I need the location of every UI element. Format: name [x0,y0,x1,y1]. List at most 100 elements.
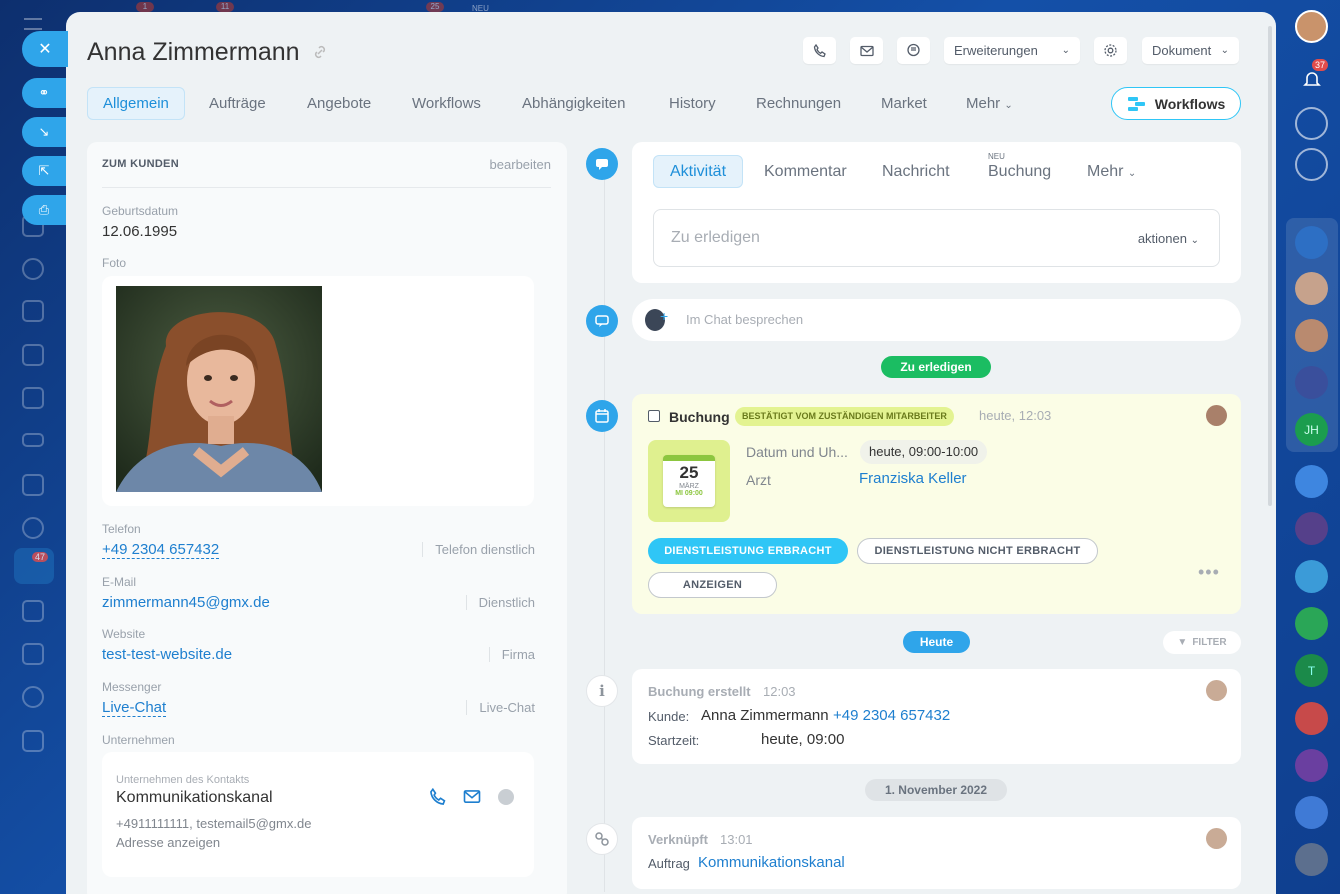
workflows-button[interactable]: Workflows [1111,87,1241,120]
sidebar-board-icon[interactable] [22,387,44,409]
chat-bar[interactable]: + Im Chat besprechen [632,299,1241,341]
tab-history[interactable]: History [654,87,731,120]
sidebar-mail-icon[interactable] [22,474,44,496]
company-box: Unternehmen des Kontakts Kommunikationsk… [102,752,534,877]
chat-avatar-initials[interactable]: JH [1295,413,1328,446]
sidebar-card-icon[interactable] [22,433,44,447]
chat-avatar-initials[interactable]: T [1295,654,1328,687]
date-pill: 1. November 2022 [865,779,1007,801]
booking-created-entry: Buchung erstellt 12:03 Kunde: Anna Zimme… [632,669,1241,764]
sidebar-cart-icon[interactable] [22,730,44,752]
subtab-comment[interactable]: Kommentar [748,155,863,188]
doctor-link[interactable]: Franziska Keller [859,470,967,487]
top-badge: 25 [426,2,444,12]
open-new-window-button[interactable]: ⇱ [22,156,66,186]
company-phone-icon[interactable] [429,787,447,811]
sidebar-list-icon[interactable] [22,600,44,622]
entry-time: 12:03 [763,684,796,699]
sidebar-box-icon[interactable] [22,643,44,665]
section-title: ZUM KUNDEN [102,158,179,170]
tab-auftraege[interactable]: Aufträge [194,87,281,120]
customer-phone-link[interactable]: +49 2304 657432 [833,707,950,724]
linked-order-link[interactable]: Kommunikationskanal [698,854,845,871]
company-chat-icon[interactable] [498,789,514,805]
service-done-button[interactable]: DIENSTLEISTUNG ERBRACHT [648,538,848,564]
print-button[interactable]: ⎙ [22,195,66,225]
chat-avatar[interactable] [1295,512,1328,545]
close-button[interactable]: ✕ [22,31,68,67]
extensions-label: Erweiterungen [954,43,1038,58]
chat-avatar[interactable] [1295,702,1328,735]
sidebar-badge: 47 [32,552,49,562]
company-mail-icon[interactable] [462,789,482,809]
subtab-message[interactable]: Nachricht [866,155,966,188]
notifications-button[interactable]: 37 [1295,59,1329,95]
chat-avatar[interactable] [1295,749,1328,782]
chat-avatar[interactable] [1295,319,1328,352]
sidebar-target-icon[interactable] [22,686,44,708]
tab-abhaengigkeiten[interactable]: Abhängigkeiten [507,87,640,120]
service-not-done-button[interactable]: DIENSTLEISTUNG NICHT ERBRACHT [857,538,1098,564]
contact-photo[interactable] [116,286,322,492]
copy-link-icon[interactable] [313,45,327,62]
scrollbar[interactable] [1268,26,1272,506]
chat-avatar[interactable] [1295,226,1328,259]
sidebar-document-icon[interactable] [22,344,44,366]
filter-button[interactable]: ▼ FILTER [1163,631,1241,654]
phone-link[interactable]: +49 2304 657432 [102,541,220,559]
website-link[interactable]: test-test-website.de [102,646,232,663]
entry-title: Buchung erstellt [648,684,751,699]
chevron-down-icon: ⌄ [1190,235,1199,246]
messenger-link[interactable]: Live-Chat [102,699,167,717]
top-badge: 11 [216,2,234,12]
edit-link[interactable]: bearbeiten [490,157,551,172]
current-user-avatar[interactable] [1295,10,1328,43]
document-dropdown[interactable]: Dokument ⌄ [1142,37,1239,64]
messenger-type: Live-Chat [466,700,535,715]
email-link[interactable]: zimmermann45@gmx.de [102,594,270,611]
tab-more[interactable]: Mehr ⌄ [951,87,1028,120]
tab-angebote[interactable]: Angebote [292,87,386,120]
search-chat-icon[interactable] [1295,148,1328,181]
more-dots-icon[interactable]: ••• [1198,562,1220,583]
booking-checkbox[interactable] [648,410,660,422]
show-button[interactable]: ANZEIGEN [648,572,777,598]
chat-avatar[interactable] [1295,272,1328,305]
sidebar-calendar-icon[interactable] [22,300,44,322]
chat-group-icon[interactable] [1295,607,1328,640]
company-name[interactable]: Kommunikationskanal [116,789,273,807]
chat-avatar[interactable] [1295,366,1328,399]
todo-input[interactable]: Zu erledigen aktionen ⌄ [653,209,1220,267]
photo-label: Foto [102,256,127,270]
extensions-dropdown[interactable]: Erweiterungen ⌄ [944,37,1080,64]
subtab-activity[interactable]: Aktivität [653,155,744,188]
subtab-more[interactable]: Mehr ⌄ [1071,155,1152,188]
chat-button[interactable] [897,37,930,64]
add-user-icon[interactable]: + [660,308,668,324]
calendar-dot-icon [586,400,618,432]
sidebar-crm-item[interactable]: 47 [14,548,54,584]
contact-card-icon[interactable] [1295,796,1328,829]
customer-name: Anna Zimmermann [701,707,829,724]
tab-workflows[interactable]: Workflows [397,87,496,120]
sidebar-contacts-icon[interactable] [22,517,44,539]
copy-link-button[interactable]: ⚭ [22,78,66,108]
sidebar-circle-icon[interactable] [22,258,44,280]
menu-icon[interactable] [24,18,42,30]
email-button[interactable] [850,37,883,64]
call-button[interactable] [803,37,836,64]
actions-dropdown[interactable]: aktionen ⌄ [1138,231,1199,246]
birthday-label: Geburtsdatum [102,204,179,218]
people-icon[interactable] [1295,843,1328,876]
subtab-booking[interactable]: Buchung [972,155,1067,188]
address-link[interactable]: Adresse anzeigen [116,835,220,850]
download-button[interactable]: ↘ [22,117,66,147]
tab-rechnungen[interactable]: Rechnungen [741,87,856,120]
target-icon[interactable] [1295,107,1328,140]
chat-group-icon[interactable] [1295,560,1328,593]
tab-allgemein[interactable]: Allgemein [87,87,185,120]
bookmark-icon[interactable] [1295,465,1328,498]
settings-button[interactable] [1094,37,1127,64]
tab-market[interactable]: Market [866,87,942,120]
company-caption: Unternehmen des Kontakts [116,774,250,786]
